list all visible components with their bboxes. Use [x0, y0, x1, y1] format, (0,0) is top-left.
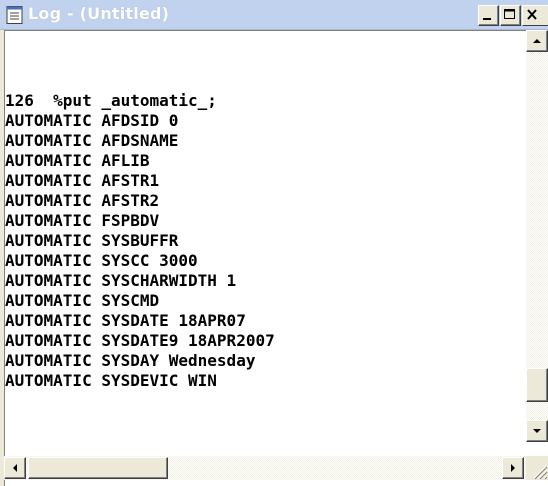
maximize-button[interactable]: [500, 5, 521, 26]
log-line: AUTOMATIC SYSCC 3000: [5, 251, 198, 270]
log-text-area[interactable]: 126 %put _automatic_; AUTOMATIC AFDSID 0…: [4, 30, 548, 486]
minimize-icon: [483, 18, 491, 20]
scroll-right-button[interactable]: [502, 457, 524, 479]
vertical-scroll-thumb[interactable]: [526, 368, 548, 402]
window-title: Log - (Untitled): [28, 4, 170, 23]
arrow-down-icon: [533, 429, 541, 433]
close-icon: [527, 9, 537, 20]
log-content: 126 %put _automatic_; AUTOMATIC AFDSID 0…: [5, 91, 275, 391]
log-line: AUTOMATIC AFSTR2: [5, 191, 160, 210]
log-line: 126 %put _automatic_;: [5, 91, 217, 110]
title-bar[interactable]: Log - (Untitled): [0, 0, 548, 30]
resize-grip[interactable]: [526, 456, 548, 480]
scroll-down-button[interactable]: [526, 420, 548, 442]
log-line: AUTOMATIC FSPBDV: [5, 211, 160, 230]
log-line: AUTOMATIC SYSCMD: [5, 291, 160, 310]
log-window: Log - (Untitled) 126 %put _automatic_; A…: [0, 0, 548, 486]
arrow-up-icon: [533, 39, 541, 43]
log-line: AUTOMATIC AFDSID 0: [5, 111, 179, 130]
vertical-scrollbar[interactable]: [526, 30, 548, 442]
horizontal-scroll-thumb[interactable]: [28, 457, 168, 479]
maximize-icon: [504, 9, 515, 19]
horizontal-scrollbar[interactable]: [4, 456, 526, 480]
scroll-up-button[interactable]: [526, 30, 548, 52]
log-line: AUTOMATIC SYSDATE9 18APR2007: [5, 331, 275, 350]
resize-grip-icon: [533, 465, 548, 480]
arrow-right-icon: [511, 464, 515, 472]
close-button[interactable]: [522, 5, 548, 26]
document-icon: [6, 6, 23, 24]
log-line: AUTOMATIC AFSTR1: [5, 171, 160, 190]
log-line: AUTOMATIC SYSDATE 18APR07: [5, 311, 246, 330]
arrow-left-icon: [13, 464, 17, 472]
log-line: AUTOMATIC SYSDAY Wednesday: [5, 351, 256, 370]
log-line: AUTOMATIC SYSBUFFR: [5, 231, 179, 250]
scroll-left-button[interactable]: [4, 457, 26, 479]
log-line: AUTOMATIC AFLIB: [5, 151, 150, 170]
log-line: AUTOMATIC AFDSNAME: [5, 131, 179, 150]
log-line: AUTOMATIC SYSCHARWIDTH 1: [5, 271, 237, 290]
minimize-button[interactable]: [478, 5, 499, 26]
log-line: AUTOMATIC SYSDEVIC WIN: [5, 371, 217, 390]
